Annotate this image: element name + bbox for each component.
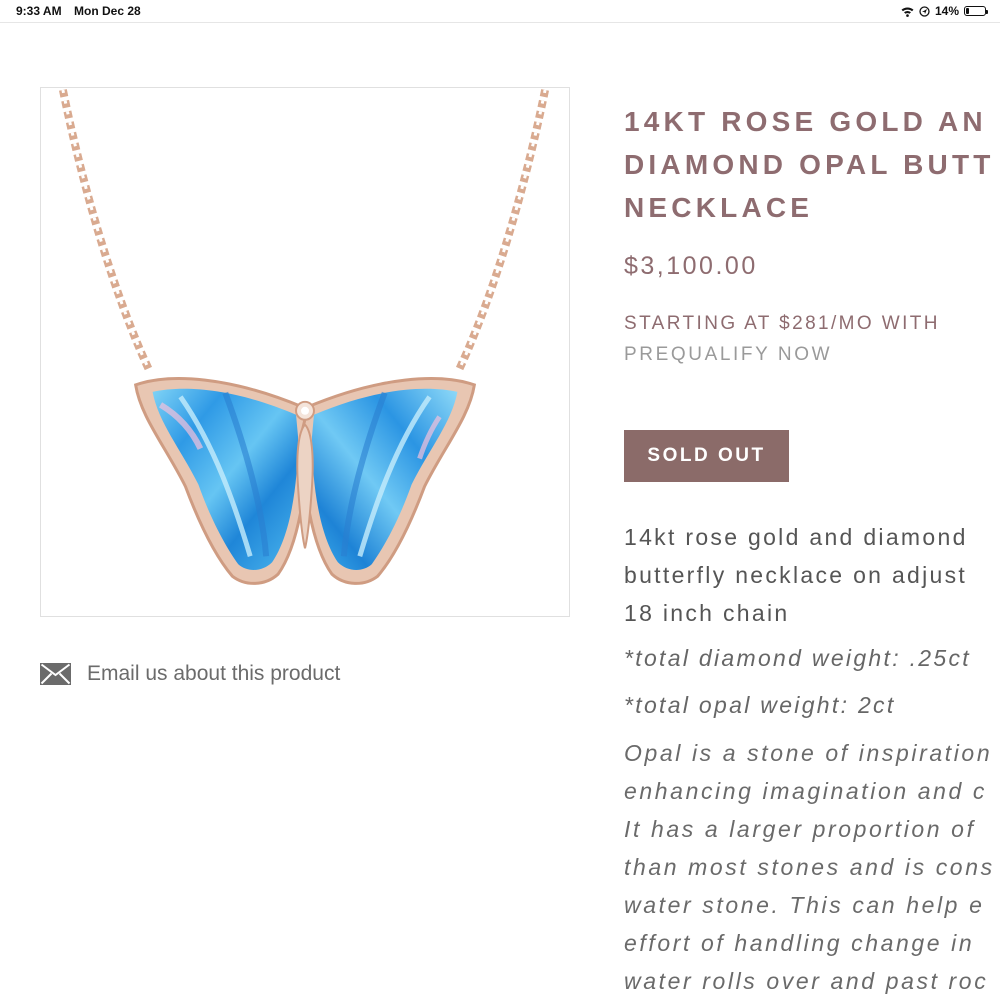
status-bar: 9:33 AM Mon Dec 28 14% bbox=[0, 0, 1000, 23]
prequalify-link[interactable]: PREQUALIFY NOW bbox=[624, 344, 832, 366]
sold-out-button[interactable]: SOLD OUT bbox=[624, 430, 789, 482]
title-line: DIAMOND OPAL BUTT bbox=[624, 149, 995, 180]
battery-icon bbox=[964, 6, 988, 16]
opal-line: It has a larger proportion of bbox=[624, 816, 976, 842]
product-title: 14KT ROSE GOLD AN DIAMOND OPAL BUTT NECK… bbox=[624, 100, 1000, 229]
status-time: 9:33 AM bbox=[16, 4, 62, 18]
battery-percent: 14% bbox=[934, 4, 959, 18]
description-line: 18 inch chain bbox=[624, 600, 790, 626]
email-us-link[interactable]: Email us about this product bbox=[40, 662, 340, 686]
product-price: $3,100.00 bbox=[624, 252, 758, 280]
title-line: 14KT ROSE GOLD AN bbox=[624, 106, 987, 137]
opal-line: effort of handling change in bbox=[624, 930, 975, 956]
opal-line: Opal is a stone of inspiration bbox=[624, 740, 993, 766]
location-icon bbox=[919, 5, 930, 17]
envelope-icon bbox=[40, 663, 71, 685]
diamond-weight: *total diamond weight: .25ct bbox=[624, 645, 971, 671]
product-image[interactable] bbox=[40, 87, 570, 617]
email-us-label[interactable]: Email us about this product bbox=[87, 662, 340, 686]
opal-line: water rolls over and past roc bbox=[624, 968, 989, 994]
financing-text: STARTING AT $281/MO WITH bbox=[624, 313, 940, 334]
title-line: NECKLACE bbox=[624, 192, 814, 223]
product-description: 14kt rose gold and diamond butterfly nec… bbox=[624, 518, 1000, 632]
status-date: Mon Dec 28 bbox=[74, 4, 141, 18]
opal-line: enhancing imagination and c bbox=[624, 778, 988, 804]
wifi-icon bbox=[901, 7, 914, 17]
description-line: butterfly necklace on adjust bbox=[624, 562, 968, 588]
description-line: 14kt rose gold and diamond bbox=[624, 524, 968, 550]
opal-weight: *total opal weight: 2ct bbox=[624, 692, 896, 718]
butterfly-necklace-image bbox=[59, 89, 549, 585]
opal-line: than most stones and is cons bbox=[624, 854, 995, 880]
battery-level bbox=[966, 8, 969, 14]
status-indicators: 14% bbox=[901, 3, 988, 19]
opal-line: water stone. This can help e bbox=[624, 892, 985, 918]
opal-description: Opal is a stone of inspiration enhancing… bbox=[624, 734, 1000, 1000]
